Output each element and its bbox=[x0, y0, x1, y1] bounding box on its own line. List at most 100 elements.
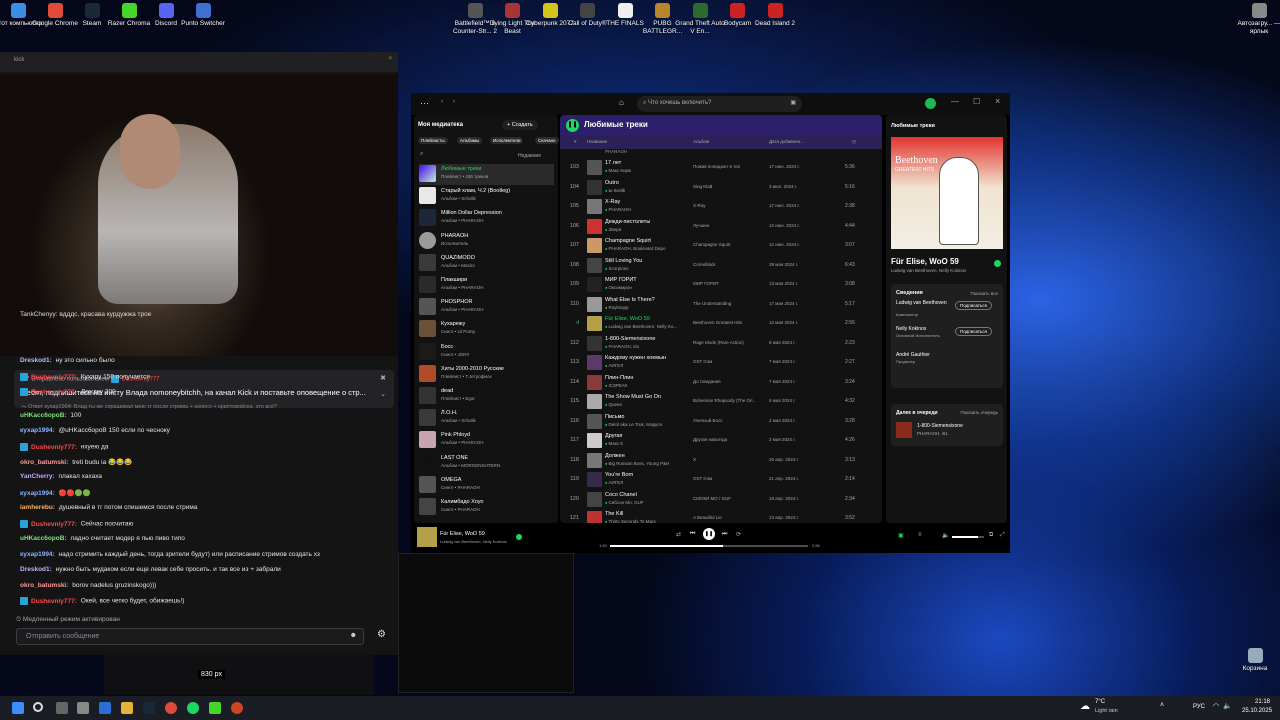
search-icon[interactable] bbox=[33, 702, 43, 712]
track-row[interactable]: 118 Должен ● Big Russian Boss, Young P&H X 2… bbox=[560, 451, 882, 471]
clock-time[interactable]: 21:18 bbox=[1255, 699, 1270, 705]
track-album[interactable]: X-Ray bbox=[693, 203, 755, 208]
column-header[interactable]: ◷ bbox=[852, 139, 856, 145]
steam-icon[interactable] bbox=[143, 702, 155, 714]
track-row[interactable]: 107 Champagne Squirt ● PHARAOH, Boulevard … bbox=[560, 236, 882, 256]
spotify-window[interactable]: ⋯ ‹ › ⌂ ⌕ Что хочешь включить? ▣ — ☐ × Мо… bbox=[411, 93, 1010, 553]
library-item[interactable]: PHARAOH Исполнитель bbox=[419, 231, 554, 252]
close-icon[interactable]: × bbox=[995, 96, 1000, 106]
search-input[interactable]: ⌕ Что хочешь включить? ▣ bbox=[637, 96, 802, 112]
next-icon[interactable]: ⏭ bbox=[722, 531, 727, 538]
track-row[interactable]: 117 Другая ● Макс К Другая навсегда 2 мая 20… bbox=[560, 431, 882, 451]
credit-name[interactable]: André Gauthier bbox=[896, 352, 956, 358]
emoji-icon[interactable]: ☻ bbox=[350, 632, 357, 639]
chevron-up-icon[interactable]: ˄ bbox=[1160, 702, 1164, 709]
chat-input[interactable]: Отправить сообщение ☻ bbox=[16, 628, 364, 645]
track-album[interactable]: Пожив попадают в топ bbox=[693, 164, 755, 169]
track-row[interactable]: 104 Outro ● Ы Килl$ Sing Kla$ 3 июл. 2024 г.… bbox=[560, 178, 882, 198]
progress-bar[interactable] bbox=[610, 545, 808, 547]
follow-button[interactable]: Подписаться bbox=[955, 327, 992, 336]
column-header[interactable]: Название bbox=[587, 139, 607, 144]
volume-slider[interactable] bbox=[952, 536, 984, 538]
library-item[interactable]: Любимые треки Плейлист • 436 треков bbox=[419, 164, 554, 185]
library-item[interactable]: Старый хлам, Ч.2 (Bootleg) Альбом • Schol… bbox=[419, 186, 554, 207]
language-indicator[interactable]: РУС bbox=[1193, 704, 1205, 710]
folder-icon[interactable] bbox=[121, 702, 133, 714]
chat-username[interactable]: Dushevniy777: bbox=[31, 444, 77, 451]
clock-date[interactable]: 25.10.2025 bbox=[1242, 708, 1272, 714]
library-item[interactable]: Million Dollar Depression Альбом • PHARAO… bbox=[419, 208, 554, 229]
desktop-icon[interactable]: Punto Switcher bbox=[176, 3, 230, 28]
spotify-topbar[interactable]: ⋯ ‹ › ⌂ ⌕ Что хочешь включить? ▣ — ☐ × bbox=[411, 93, 1010, 115]
chat-username[interactable]: uHKacc6opoB: bbox=[20, 412, 67, 419]
chevron-down-icon[interactable]: ⌄ bbox=[380, 390, 386, 398]
chat-username[interactable]: Dushevniy777: bbox=[31, 521, 77, 528]
chat-username[interactable]: кухар1994: bbox=[20, 490, 55, 497]
liked-check-icon[interactable] bbox=[994, 260, 1001, 267]
chat-username[interactable]: Dushevniy777: bbox=[31, 374, 77, 381]
thumbnail-window-2[interactable] bbox=[104, 655, 374, 695]
track-album[interactable]: Другая навсегда bbox=[693, 437, 755, 442]
sort-label[interactable]: Недавние bbox=[518, 153, 541, 159]
library-item[interactable]: dead Плейлист • Egor bbox=[419, 386, 554, 407]
browse-icon[interactable]: ▣ bbox=[790, 99, 796, 106]
library-item[interactable]: QUAZIMODO Альбом • Masiro bbox=[419, 253, 554, 274]
play-button[interactable]: ❚❚ bbox=[566, 119, 579, 132]
chat-username[interactable]: uHKacc6opoB: bbox=[20, 535, 67, 542]
volume-icon[interactable]: 🔈 bbox=[942, 532, 949, 539]
track-row[interactable]: 106 Дежди-пистолеты ● Звери Лучшее 12 июн. 2… bbox=[560, 217, 882, 237]
column-header[interactable]: Дата добавлен... bbox=[769, 139, 804, 144]
miniplayer-icon[interactable]: ⧉ bbox=[989, 532, 993, 539]
track-row[interactable]: 113 Каждому нужен хоемын ● АИГЕЛ OST Ітом 7 … bbox=[560, 353, 882, 373]
chat-username[interactable]: Dreskod1: bbox=[20, 357, 52, 364]
chat-username[interactable]: кухар1994: bbox=[20, 551, 55, 558]
create-button[interactable]: + Создать bbox=[502, 120, 538, 130]
track-row[interactable]: 121 The Kill ● Thirty Seconds To Mars A Bea… bbox=[560, 509, 882, 523]
library-item[interactable]: Босс Сингл • JONY bbox=[419, 342, 554, 363]
settings-icon[interactable] bbox=[77, 702, 89, 714]
app-icon[interactable] bbox=[231, 702, 243, 714]
track-row[interactable]: 116 Письмо ● Detol aka Le Truk, Маруся Улич… bbox=[560, 412, 882, 432]
track-album[interactable]: Rage Mode (Rare Action) bbox=[693, 340, 755, 345]
library-search-icon[interactable]: ⌕ bbox=[420, 151, 423, 158]
task-view-icon[interactable] bbox=[56, 702, 68, 714]
chat-username[interactable]: Dreskod1: bbox=[20, 566, 52, 573]
credit-name[interactable]: Nelly Kokinos bbox=[896, 326, 956, 332]
track-album[interactable]: Sing Kla$ bbox=[693, 184, 755, 189]
windows-start-icon[interactable] bbox=[12, 702, 24, 714]
speaker-icon[interactable]: 🔈 bbox=[1223, 702, 1232, 710]
open-queue-link[interactable]: Показать очередь bbox=[960, 410, 998, 415]
now-playing-view-icon[interactable]: ▣ bbox=[898, 532, 904, 539]
spotify-icon[interactable] bbox=[187, 702, 199, 714]
chat-username[interactable]: iamherebu: bbox=[20, 504, 55, 511]
stream-titlebar[interactable]: kick × bbox=[0, 52, 398, 72]
library-item[interactable]: Л.О.Н. Альбом • Scholik bbox=[419, 408, 554, 429]
track-album[interactable]: Beethoven Greatest Hits bbox=[693, 320, 755, 325]
chat-username[interactable]: okro_batumski: bbox=[20, 459, 68, 466]
filter-chip[interactable]: Исполнители bbox=[490, 137, 524, 144]
forward-arrow-icon[interactable]: › bbox=[453, 99, 455, 105]
track-row[interactable]: ıl Für Elise, WoO 59 ● Ludwig van Beethove… bbox=[560, 314, 882, 334]
track-album[interactable]: Comeblack bbox=[693, 262, 755, 267]
library-item[interactable]: Хиты 2000-2010 Русские Плейлист • Т.Jeтро… bbox=[419, 364, 554, 385]
track-album[interactable]: The Understanding bbox=[693, 301, 755, 306]
player-liked-icon[interactable] bbox=[516, 534, 522, 540]
shuffle-icon[interactable]: ⇄ bbox=[676, 531, 681, 538]
repeat-icon[interactable]: ⟳ bbox=[736, 531, 741, 538]
avatar[interactable] bbox=[925, 98, 936, 109]
wifi-icon[interactable]: ◠ bbox=[1213, 702, 1219, 710]
razer-icon[interactable] bbox=[209, 702, 221, 714]
queue-icon[interactable]: ≡ bbox=[918, 532, 922, 538]
track-album[interactable]: OST Ітом bbox=[693, 359, 755, 364]
library-item[interactable]: Плакшири Альбом • PHARAOH bbox=[419, 275, 554, 296]
library-item[interactable]: Калимбадо Хоуо Сингл • PHARAOH bbox=[419, 497, 554, 518]
library-item[interactable]: PHOSPHOR Альбом • PHARAOH bbox=[419, 297, 554, 318]
chat-username[interactable]: Dushevniy777: bbox=[31, 598, 77, 605]
column-header[interactable]: # bbox=[574, 139, 577, 144]
desktop-icon[interactable]: Автозагру... — ярлык bbox=[1232, 3, 1280, 35]
recycle-bin-icon[interactable]: Корзина bbox=[1228, 648, 1280, 673]
track-album[interactable]: A Beautiful Lie bbox=[693, 515, 755, 520]
back-arrow-icon[interactable]: ‹ bbox=[441, 99, 443, 105]
track-album[interactable]: Bohemian Rhapsody (The Ori... bbox=[693, 398, 755, 403]
column-header[interactable]: Альбом bbox=[693, 139, 709, 144]
